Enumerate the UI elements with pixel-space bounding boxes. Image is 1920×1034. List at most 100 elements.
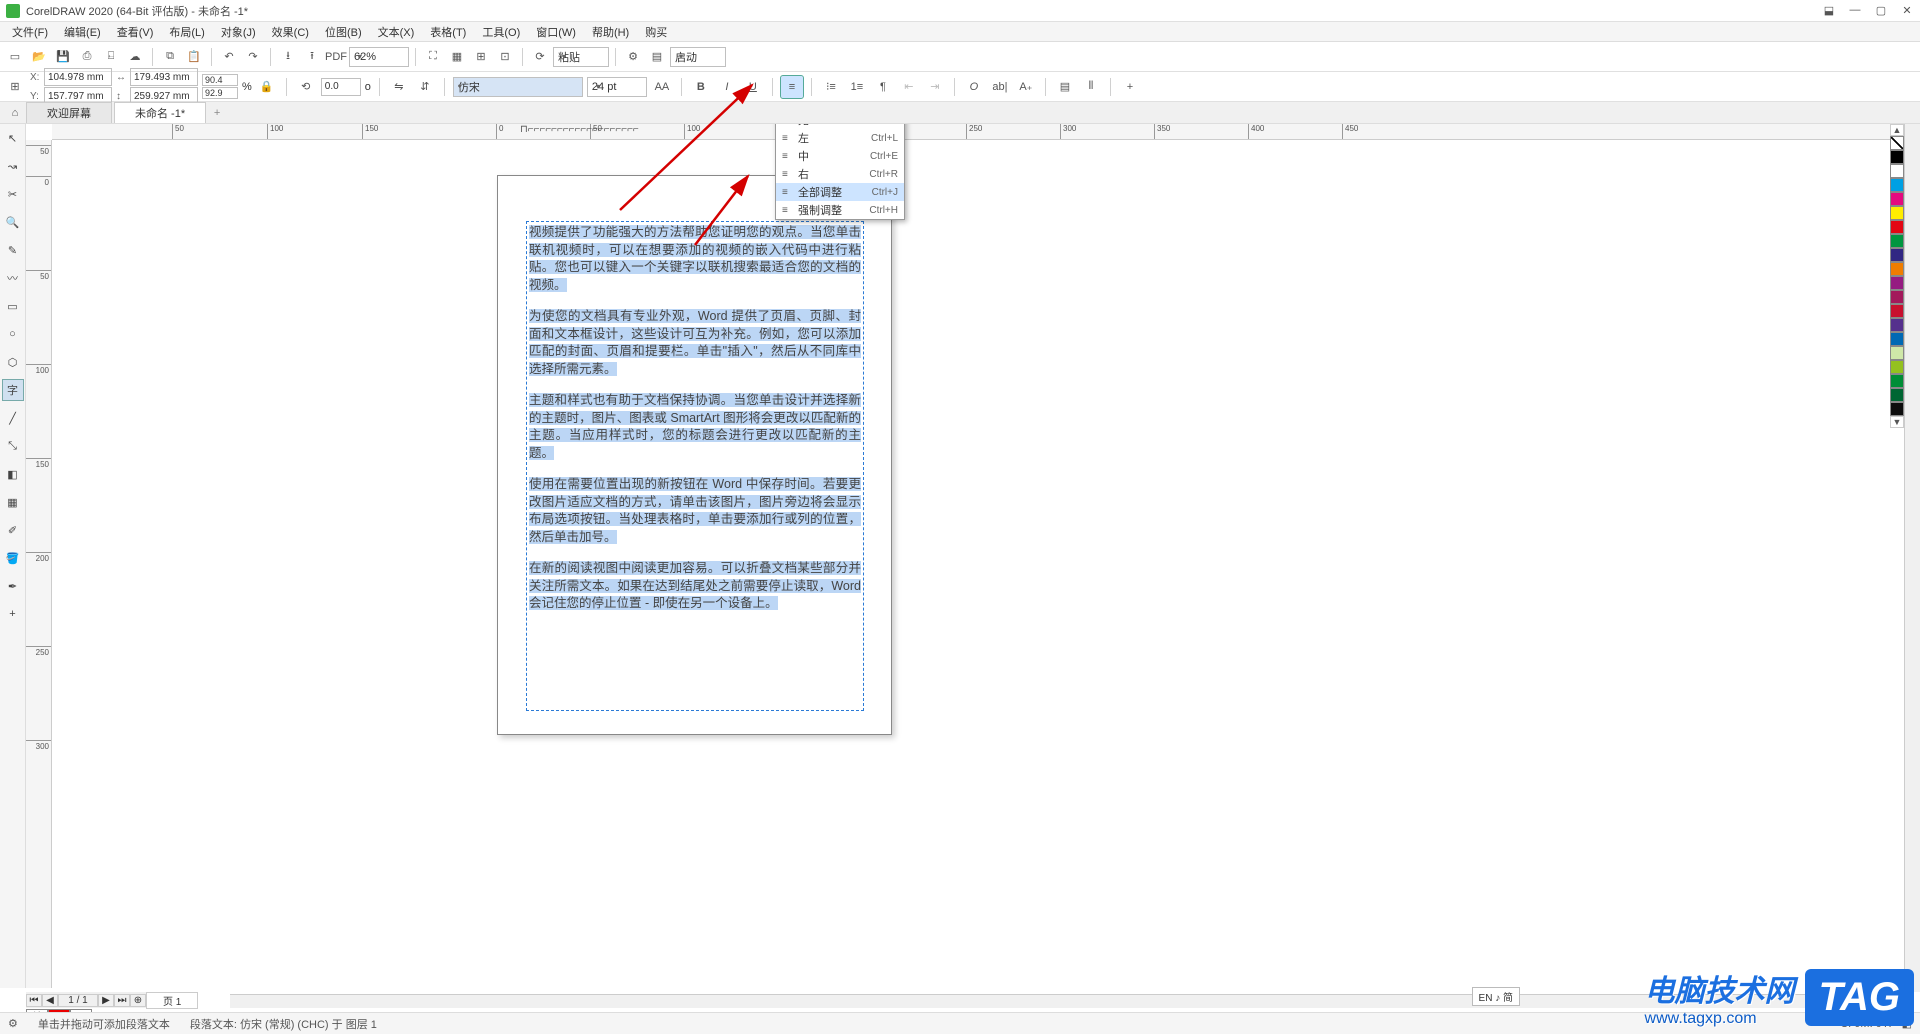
fill-icon[interactable]: 🪣 — [3, 548, 23, 568]
canvas[interactable]: 视频提供了功能强大的方法帮助您证明您的观点。当您单击联机视频时，可以在想要添加的… — [52, 140, 1920, 988]
vertical-scrollbar[interactable] — [1904, 124, 1920, 992]
minimize-icon[interactable]: — — [1848, 4, 1862, 17]
columns-icon[interactable]: ⫴ — [1080, 76, 1102, 98]
dropshadow-icon[interactable]: ◧ — [3, 464, 23, 484]
palette-swatch[interactable] — [1890, 360, 1904, 374]
menu-help[interactable]: 帮助(H) — [584, 24, 637, 40]
refresh-icon[interactable]: ⟳ — [529, 46, 551, 68]
palette-swatch[interactable] — [1890, 192, 1904, 206]
add-tab-icon[interactable]: + — [208, 107, 226, 119]
guides-icon[interactable]: ⊞ — [470, 46, 492, 68]
ime-indicator[interactable]: EN ♪ 简 — [1472, 987, 1520, 1006]
pick-tool-icon[interactable]: ↖ — [3, 128, 23, 148]
page-prev-icon[interactable]: ◀ — [42, 994, 58, 1007]
ellipse-tool-icon[interactable]: ○ — [3, 324, 23, 344]
lock-ratio-icon[interactable]: 🔒 — [256, 76, 278, 98]
grid-icon[interactable]: ▦ — [446, 46, 468, 68]
x-coord[interactable]: 104.978 mm — [44, 68, 112, 86]
mirror-h-icon[interactable]: ⇋ — [388, 76, 410, 98]
transparency-icon[interactable]: ▦ — [3, 492, 23, 512]
crop-tool-icon[interactable]: ✂ — [3, 184, 23, 204]
palette-none[interactable] — [1890, 136, 1904, 150]
palette-swatch[interactable] — [1890, 220, 1904, 234]
print-icon[interactable]: ⎙ — [76, 46, 98, 68]
menu-tools[interactable]: 工具(O) — [474, 24, 528, 40]
variable-font-icon[interactable]: AA — [651, 76, 673, 98]
save-icon[interactable]: 💾 — [52, 46, 74, 68]
page-last-icon[interactable]: ⏭ — [114, 994, 130, 1007]
palette-swatch[interactable] — [1890, 248, 1904, 262]
docker-icon[interactable]: ▤ — [646, 46, 668, 68]
add-icon[interactable]: + — [1119, 76, 1141, 98]
artistic-tool-icon[interactable]: 〰 — [3, 268, 23, 288]
paste-combo[interactable]: 粘贴▾ — [553, 47, 609, 67]
font-combo[interactable]: 仿宋▾ — [453, 77, 583, 97]
underline-icon[interactable]: U — [742, 76, 764, 98]
add-tool-icon[interactable]: + — [3, 604, 23, 624]
page-next-icon[interactable]: ▶ — [98, 994, 114, 1007]
undo-icon[interactable]: ↶ — [218, 46, 240, 68]
text-ab-icon[interactable]: ab| — [989, 76, 1011, 98]
dropcap-icon[interactable]: ¶ — [872, 76, 894, 98]
page-add-icon[interactable]: ⊕ — [130, 994, 146, 1007]
options-icon[interactable]: ⚙ — [622, 46, 644, 68]
align-left[interactable]: ≡左Ctrl+L — [776, 129, 904, 147]
menu-layout[interactable]: 布局(L) — [161, 24, 212, 40]
scale-y[interactable]: 92.9 — [202, 87, 238, 99]
menu-file[interactable]: 文件(F) — [4, 24, 56, 40]
number-list-icon[interactable]: 1≡ — [846, 76, 868, 98]
palette-swatch[interactable] — [1890, 304, 1904, 318]
tab-welcome[interactable]: 欢迎屏幕 — [26, 102, 112, 123]
palette-swatch[interactable] — [1890, 276, 1904, 290]
align-center[interactable]: ≡中Ctrl+E — [776, 147, 904, 165]
align-justify-all[interactable]: ≡全部调整Ctrl+J — [776, 183, 904, 201]
gear-icon[interactable]: ⚙ — [8, 1017, 18, 1030]
palette-swatch[interactable] — [1890, 206, 1904, 220]
palette-swatch[interactable] — [1890, 332, 1904, 346]
redo-icon[interactable]: ↷ — [242, 46, 264, 68]
menu-table[interactable]: 表格(T) — [422, 24, 474, 40]
zoom-tool-icon[interactable]: 🔍 — [3, 212, 23, 232]
width-field[interactable]: 179.493 mm — [130, 68, 198, 86]
palette-swatch[interactable] — [1890, 374, 1904, 388]
horizontal-scrollbar[interactable] — [230, 994, 1890, 1008]
rotate-icon[interactable]: ⟲ — [295, 76, 317, 98]
font-size-combo[interactable]: 24 pt▾ — [587, 77, 647, 97]
menu-effects[interactable]: 效果(C) — [264, 24, 317, 40]
ruler-tab-marker[interactable]: ⊓⌐⌐⌐⌐⌐⌐⌐⌐⌐⌐⌐⌐⌐⌐⌐⌐⌐⌐⌐ — [520, 124, 639, 135]
menu-object[interactable]: 对象(J) — [213, 24, 264, 40]
parallel-dim-icon[interactable]: ╱ — [3, 408, 23, 428]
palette-swatch[interactable] — [1890, 262, 1904, 276]
menu-buy[interactable]: 购买 — [637, 24, 675, 40]
palette-up-icon[interactable]: ▲ — [1890, 124, 1904, 136]
copy-icon[interactable]: ⧉ — [159, 46, 181, 68]
fullscreen-icon[interactable]: ⛶ — [422, 46, 444, 68]
open-icon[interactable]: 📂 — [28, 46, 50, 68]
origin-icon[interactable]: ⊞ — [4, 76, 26, 98]
bold-icon[interactable]: B — [690, 76, 712, 98]
align-dropdown-button[interactable]: ≡ — [781, 76, 803, 98]
palette-swatch[interactable] — [1890, 164, 1904, 178]
page-tab[interactable]: 页 1 — [146, 992, 198, 1009]
close-icon[interactable]: ✕ — [1900, 4, 1914, 17]
menu-window[interactable]: 窗口(W) — [528, 24, 584, 40]
window-dock-icon[interactable]: ⬓ — [1822, 4, 1836, 17]
page-first-icon[interactable]: ⏮ — [26, 994, 42, 1007]
import-icon[interactable]: ⭳ — [277, 46, 299, 68]
mirror-v-icon[interactable]: ⇵ — [414, 76, 436, 98]
palette-swatch[interactable] — [1890, 234, 1904, 248]
align-force-justify[interactable]: ≡强制调整Ctrl+H — [776, 201, 904, 219]
paste-icon[interactable]: 📋 — [183, 46, 205, 68]
new-icon[interactable]: ▭ — [4, 46, 26, 68]
text-frame-icon[interactable]: ▤ — [1054, 76, 1076, 98]
connector-icon[interactable]: ⤡ — [3, 436, 23, 456]
eyedropper-icon[interactable]: ✐ — [3, 520, 23, 540]
export2-icon[interactable]: ⭱ — [301, 46, 323, 68]
freehand-tool-icon[interactable]: ✎ — [3, 240, 23, 260]
rectangle-tool-icon[interactable]: ▭ — [3, 296, 23, 316]
palette-swatch[interactable] — [1890, 150, 1904, 164]
cloud-icon[interactable]: ☁ — [124, 46, 146, 68]
scale-x[interactable]: 90.4 — [202, 74, 238, 86]
palette-swatch[interactable] — [1890, 388, 1904, 402]
bullet-list-icon[interactable]: ⁝≡ — [820, 76, 842, 98]
